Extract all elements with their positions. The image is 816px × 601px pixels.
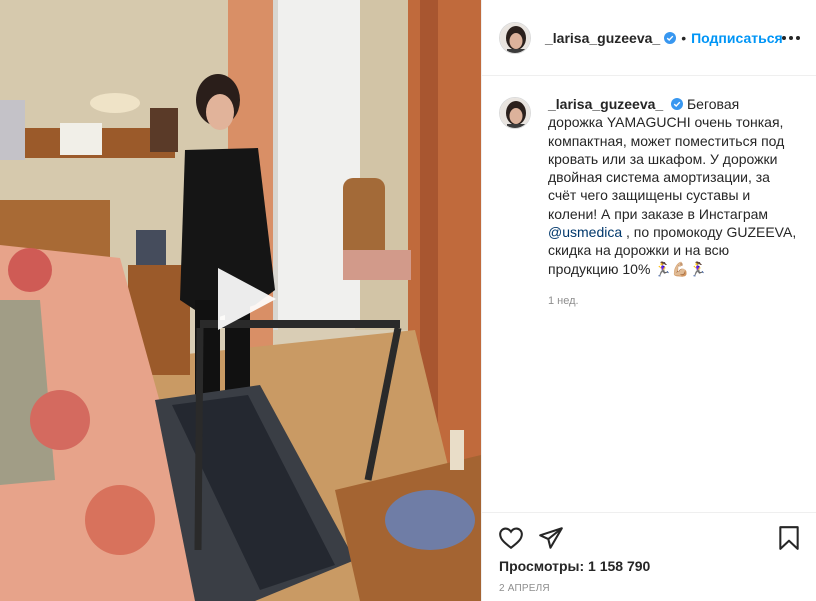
caption-username[interactable]: _larisa_guzeeva_ (548, 96, 663, 112)
views-count[interactable]: Просмотры: 1 158 790 (499, 558, 650, 574)
caption-body: _larisa_guzeeva_ Беговая дорожка YAMAGUC… (548, 95, 798, 310)
comments-area: _larisa_guzeeva_ Беговая дорожка YAMAGUC… (482, 77, 816, 512)
like-button[interactable] (498, 525, 524, 551)
post-side-panel: _larisa_guzeeva_ • Подписаться _larisa_g… (481, 0, 816, 601)
avatar-image (500, 98, 530, 128)
post-video[interactable] (0, 0, 481, 601)
save-button[interactable] (776, 525, 802, 551)
caption-text-main: Беговая дорожка YAMAGUCHI очень тонкая, … (548, 96, 785, 222)
caption-text: _larisa_guzeeva_ Беговая дорожка YAMAGUC… (548, 95, 798, 278)
avatar-image (500, 22, 530, 53)
follow-button[interactable]: Подписаться (691, 30, 783, 46)
play-icon (218, 268, 276, 330)
avatar[interactable] (499, 21, 531, 54)
send-icon (539, 527, 563, 549)
post-header: _larisa_guzeeva_ • Подписаться (482, 0, 816, 76)
heart-icon (499, 527, 523, 550)
caption: _larisa_guzeeva_ Беговая дорожка YAMAGUC… (499, 95, 800, 310)
play-button[interactable] (212, 266, 278, 332)
verified-badge-icon (664, 31, 677, 44)
separator-dot: • (681, 29, 687, 46)
verified-badge-icon (671, 98, 684, 110)
bookmark-icon (779, 526, 799, 550)
action-bar (482, 512, 816, 558)
post-author-username[interactable]: _larisa_guzeeva_ (545, 30, 660, 46)
post-date: 2 АПРЕЛЯ (499, 583, 550, 594)
caption-time-ago[interactable]: 1 нед. (548, 292, 798, 310)
more-options-icon[interactable] (782, 27, 800, 49)
mention-link[interactable]: @usmedica (548, 224, 622, 240)
share-button[interactable] (538, 525, 564, 551)
caption-avatar[interactable] (499, 97, 531, 129)
